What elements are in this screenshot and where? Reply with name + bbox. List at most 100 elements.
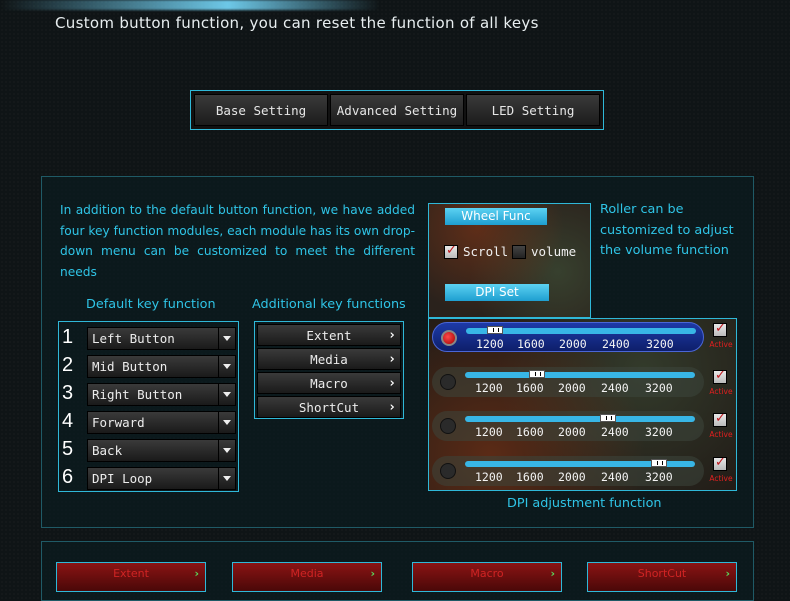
dpi-tick-label: 2400 bbox=[601, 381, 629, 395]
scroll-label: Scroll bbox=[463, 244, 509, 259]
active-checkbox[interactable] bbox=[713, 455, 727, 471]
key-row: 6 DPI Loop bbox=[59, 465, 240, 493]
additional-item-shortcut[interactable]: ShortCut › bbox=[257, 396, 401, 418]
additional-item-media[interactable]: Media › bbox=[257, 348, 401, 370]
bottom-button-label: Media bbox=[290, 567, 324, 580]
dropdown-arrow-icon[interactable] bbox=[218, 328, 235, 349]
key-row: 3 Right Button bbox=[59, 381, 240, 409]
key-4-select[interactable]: Forward bbox=[87, 411, 236, 434]
key-row: 1 Left Button bbox=[59, 325, 240, 353]
key-1-select[interactable]: Left Button bbox=[87, 327, 236, 350]
dpi-tick-label: 2400 bbox=[601, 470, 629, 484]
tab-base-setting[interactable]: Base Setting bbox=[194, 94, 328, 126]
key-3-select[interactable]: Right Button bbox=[87, 383, 236, 406]
dpi-slider-thumb[interactable] bbox=[529, 370, 546, 378]
dpi-tick-label: 2000 bbox=[559, 337, 587, 351]
dpi-tick-label: 3200 bbox=[645, 381, 673, 395]
bottom-button-macro[interactable]: Macro › bbox=[412, 562, 562, 592]
dpi-tick-label: 2000 bbox=[558, 470, 586, 484]
additional-item-extent[interactable]: Extent › bbox=[257, 324, 401, 346]
dpi-tick-label: 1200 bbox=[476, 337, 504, 351]
active-label: Active bbox=[709, 430, 733, 439]
chevron-right-icon: › bbox=[725, 567, 730, 580]
key-row: 5 Back bbox=[59, 437, 240, 465]
chevron-right-icon: › bbox=[388, 328, 396, 343]
additional-item-label: Extent bbox=[306, 328, 352, 343]
bottom-button-extent[interactable]: Extent › bbox=[56, 562, 206, 592]
key-select-value: Mid Button bbox=[92, 359, 168, 374]
dpi-row[interactable]: 1200 1600 2000 2400 3200 bbox=[432, 322, 704, 352]
dpi-slider-thumb[interactable] bbox=[651, 459, 668, 467]
dpi-tick-label: 1200 bbox=[475, 470, 503, 484]
key-number: 2 bbox=[62, 354, 74, 376]
settings-tabs: Base Setting Advanced Setting LED Settin… bbox=[190, 90, 604, 130]
dpi-select-radio[interactable] bbox=[440, 418, 456, 434]
dpi-row[interactable]: 1200 1600 2000 2400 3200 bbox=[432, 411, 704, 441]
key-number: 6 bbox=[62, 466, 74, 488]
roller-description: Roller can be customized to adjust the v… bbox=[600, 202, 734, 258]
dropdown-arrow-icon[interactable] bbox=[218, 412, 235, 433]
page-subtitle: Custom button function, you can reset th… bbox=[55, 14, 539, 32]
dpi-slider[interactable] bbox=[466, 326, 696, 334]
active-label: Active bbox=[709, 340, 733, 349]
chevron-right-icon: › bbox=[370, 567, 375, 580]
volume-checkbox[interactable] bbox=[512, 245, 526, 259]
dpi-tick-label: 1600 bbox=[516, 381, 544, 395]
dpi-tick-label: 3200 bbox=[645, 470, 673, 484]
volume-label: volume bbox=[531, 244, 577, 259]
dpi-tick-label: 2400 bbox=[602, 337, 630, 351]
dpi-tick-label: 3200 bbox=[646, 337, 674, 351]
active-checkbox[interactable] bbox=[713, 411, 727, 427]
dpi-caption: DPI adjustment function bbox=[507, 496, 662, 511]
dpi-tick-label: 3200 bbox=[645, 425, 673, 439]
dpi-tick-label: 1600 bbox=[516, 470, 544, 484]
dpi-select-radio[interactable] bbox=[440, 463, 456, 479]
key-select-value: Forward bbox=[92, 415, 145, 430]
chevron-right-icon: › bbox=[550, 567, 555, 580]
active-label: Active bbox=[709, 474, 733, 483]
key-2-select[interactable]: Mid Button bbox=[87, 355, 236, 378]
dpi-select-radio[interactable] bbox=[441, 330, 457, 346]
active-checkbox[interactable] bbox=[713, 321, 727, 337]
dpi-slider[interactable] bbox=[465, 370, 695, 378]
dpi-select-radio[interactable] bbox=[440, 374, 456, 390]
key-number: 1 bbox=[62, 326, 74, 348]
dpi-set-title: DPI Set bbox=[445, 284, 549, 301]
dpi-tick-label: 1200 bbox=[475, 381, 503, 395]
additional-item-macro[interactable]: Macro › bbox=[257, 372, 401, 394]
dropdown-arrow-icon[interactable] bbox=[218, 440, 235, 461]
dpi-tick-label: 2000 bbox=[558, 425, 586, 439]
additional-item-label: Macro bbox=[310, 376, 348, 391]
bottom-button-media[interactable]: Media › bbox=[232, 562, 382, 592]
dropdown-arrow-icon[interactable] bbox=[218, 384, 235, 405]
additional-item-label: Media bbox=[310, 352, 348, 367]
dpi-slider[interactable] bbox=[465, 414, 695, 422]
tab-led-setting[interactable]: LED Setting bbox=[466, 94, 600, 126]
chevron-right-icon: › bbox=[388, 352, 396, 367]
dpi-slider-thumb[interactable] bbox=[487, 326, 504, 334]
bottom-button-shortcut[interactable]: ShortCut › bbox=[587, 562, 737, 592]
key-row: 2 Mid Button bbox=[59, 353, 240, 381]
dpi-row[interactable]: 1200 1600 2000 2400 3200 bbox=[432, 456, 704, 486]
key-select-value: Back bbox=[92, 443, 123, 458]
intro-text: In addition to the default button functi… bbox=[60, 203, 415, 279]
chevron-right-icon: › bbox=[194, 567, 199, 580]
key-6-select[interactable]: DPI Loop bbox=[87, 467, 236, 490]
key-row: 4 Forward bbox=[59, 409, 240, 437]
dpi-row[interactable]: 1200 1600 2000 2400 3200 bbox=[432, 367, 704, 397]
dropdown-arrow-icon[interactable] bbox=[218, 468, 235, 489]
key-number: 4 bbox=[62, 410, 74, 432]
chevron-right-icon: › bbox=[388, 400, 396, 415]
additional-key-list: Extent › Media › Macro › ShortCut › bbox=[254, 321, 404, 419]
dpi-slider[interactable] bbox=[465, 459, 695, 467]
key-5-select[interactable]: Back bbox=[87, 439, 236, 462]
tab-advanced-setting[interactable]: Advanced Setting bbox=[330, 94, 464, 126]
dpi-tick-label: 1600 bbox=[516, 425, 544, 439]
key-select-value: Right Button bbox=[92, 387, 183, 402]
dpi-slider-thumb[interactable] bbox=[599, 414, 616, 422]
dropdown-arrow-icon[interactable] bbox=[218, 356, 235, 377]
additional-item-label: ShortCut bbox=[298, 400, 360, 415]
key-number: 3 bbox=[62, 382, 74, 404]
scroll-checkbox[interactable] bbox=[444, 243, 458, 259]
active-checkbox[interactable] bbox=[713, 368, 727, 384]
